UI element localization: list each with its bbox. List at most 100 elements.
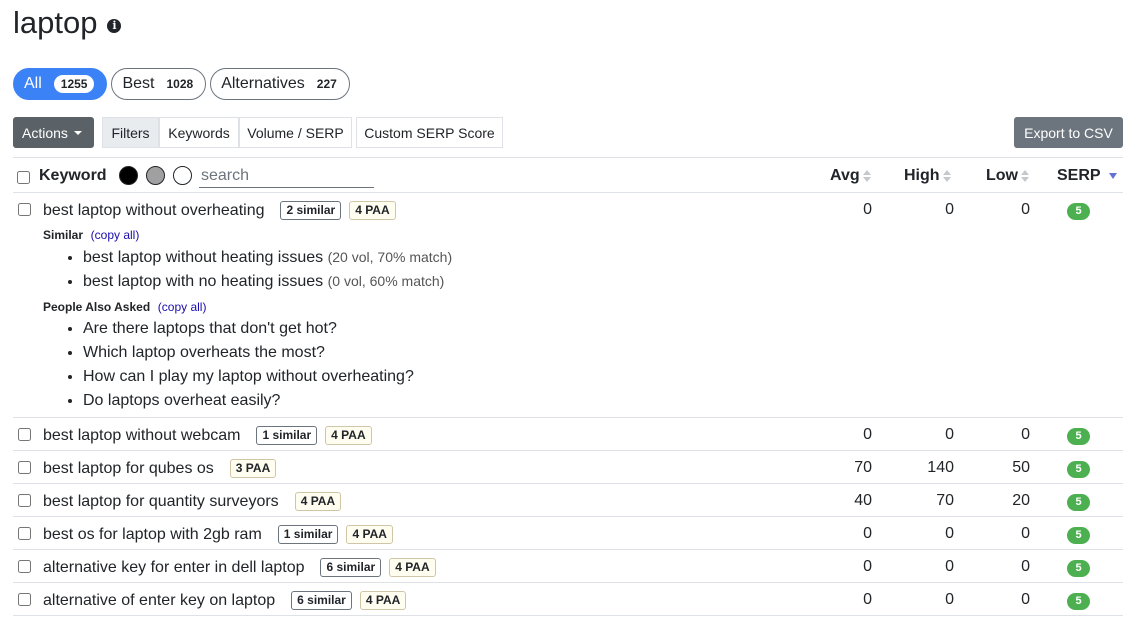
- row-checkbox[interactable]: [18, 527, 31, 540]
- keyword-text[interactable]: best laptop without overheating: [43, 202, 264, 220]
- avg-header-label: Avg: [830, 167, 860, 184]
- low-cell: 0: [1021, 426, 1030, 443]
- list-item: best laptop with no heating issues (0 vo…: [83, 269, 452, 293]
- keyword-cell: alternative of enter key on laptop 6 sim…: [43, 591, 407, 610]
- paa-badge[interactable]: 4 PAA: [294, 492, 342, 511]
- keyword-text[interactable]: alternative key for enter in dell laptop: [43, 559, 304, 577]
- keyword-text[interactable]: best laptop for qubes os: [43, 460, 214, 478]
- keyword-text[interactable]: best laptop without webcam: [43, 427, 240, 445]
- caret-down-icon: [73, 130, 82, 135]
- row-checkbox[interactable]: [18, 494, 31, 507]
- low-column-header[interactable]: Low: [986, 167, 1029, 185]
- similar-badge[interactable]: 1 similar: [277, 525, 339, 544]
- copy-all-similar-link[interactable]: (copy all): [91, 228, 140, 242]
- tab-best[interactable]: Best 1028: [111, 68, 207, 100]
- serp-badge: 5: [1067, 428, 1090, 445]
- similar-meta: (20 vol, 70% match): [327, 249, 453, 265]
- similar-label: Similar: [43, 228, 84, 242]
- paa-badge[interactable]: 4 PAA: [359, 591, 407, 610]
- row-checkbox[interactable]: [18, 203, 31, 216]
- select-all-checkbox[interactable]: [17, 171, 30, 184]
- toolbar: Actions Filters Keywords Volume / SERP C…: [13, 117, 1123, 148]
- similar-meta: (0 vol, 60% match): [327, 273, 445, 289]
- copy-all-paa-link[interactable]: (copy all): [158, 300, 207, 314]
- table-row: best laptop without webcam 1 similar 4 P…: [13, 418, 1123, 451]
- avg-cell: 0: [863, 525, 872, 542]
- serp-header-label: SERP: [1057, 167, 1101, 184]
- similar-badge[interactable]: 6 similar: [320, 558, 382, 577]
- tab-label: Alternatives: [221, 75, 305, 92]
- tab-all[interactable]: All 1255: [13, 68, 108, 100]
- paa-badge[interactable]: 4 PAA: [389, 558, 436, 577]
- high-cell: 0: [945, 426, 954, 443]
- keyword-cell: alternative key for enter in dell laptop…: [43, 558, 436, 577]
- serp-badge: 5: [1067, 461, 1090, 478]
- table-row: best os for laptop with 2gb ram 1 simila…: [13, 517, 1123, 550]
- list-item: Do laptops overheat easily?: [83, 389, 414, 413]
- low-cell: 20: [1012, 492, 1030, 509]
- keyword-cell: best laptop without webcam 1 similar 4 P…: [43, 426, 372, 445]
- row-checkbox[interactable]: [18, 461, 31, 474]
- similar-badge[interactable]: 1 similar: [256, 426, 318, 445]
- tab-label: All: [24, 75, 42, 92]
- serp-column-header[interactable]: SERP: [1057, 167, 1117, 185]
- low-cell: 0: [1021, 591, 1030, 608]
- actions-dropdown-button[interactable]: Actions: [13, 117, 94, 148]
- keyword-column-header: Keyword: [39, 167, 107, 184]
- low-header-label: Low: [986, 167, 1018, 184]
- high-column-header[interactable]: High: [904, 167, 951, 185]
- tab-alternatives[interactable]: Alternatives 227: [210, 68, 350, 100]
- paa-badge[interactable]: 4 PAA: [325, 426, 372, 445]
- keyword-cell: best os for laptop with 2gb ram 1 simila…: [43, 525, 393, 544]
- row-checkbox[interactable]: [18, 560, 31, 573]
- table-row: alternative of enter key on laptop 6 sim…: [13, 583, 1123, 616]
- similar-list: best laptop without heating issues (20 v…: [63, 245, 452, 293]
- export-csv-button[interactable]: Export to CSV: [1014, 117, 1123, 148]
- custom-serp-score-button[interactable]: Custom SERP Score: [356, 117, 503, 148]
- sort-icon: [862, 169, 871, 182]
- paa-badge[interactable]: 4 PAA: [349, 201, 396, 220]
- table-row: best laptop for qubes os 3 PAA 70 140 50…: [13, 451, 1123, 484]
- low-cell: 0: [1021, 525, 1030, 542]
- sort-icon: [1021, 169, 1029, 182]
- paa-badge[interactable]: 4 PAA: [346, 525, 393, 544]
- similar-badge[interactable]: 2 similar: [280, 201, 342, 220]
- paa-heading: People Also Asked (copy all): [43, 299, 206, 314]
- row-checkbox[interactable]: [18, 428, 31, 441]
- gray-color-filter[interactable]: [146, 166, 165, 185]
- keyword-text[interactable]: best laptop for quantity surveyors: [43, 493, 279, 511]
- low-cell: 0: [1021, 201, 1030, 218]
- keywords-button[interactable]: Keywords: [159, 117, 239, 148]
- tab-label: Best: [122, 75, 155, 92]
- keyword-text[interactable]: alternative of enter key on laptop: [43, 592, 275, 610]
- table-header: Keyword Avg High Low SERP: [13, 157, 1123, 193]
- info-icon[interactable]: i: [107, 19, 122, 33]
- search-input[interactable]: [199, 165, 374, 188]
- list-item: How can I play my laptop without overhea…: [83, 365, 414, 389]
- page-title: laptop i: [13, 5, 122, 41]
- avg-cell: 70: [854, 459, 872, 476]
- table-row: alternative key for enter in dell laptop…: [13, 550, 1123, 583]
- avg-column-header[interactable]: Avg: [830, 167, 871, 185]
- paa-badge[interactable]: 3 PAA: [229, 459, 277, 478]
- black-color-filter[interactable]: [119, 166, 138, 185]
- row-checkbox[interactable]: [18, 593, 31, 606]
- high-cell: 140: [927, 459, 954, 476]
- high-cell: 0: [945, 201, 954, 218]
- filters-button[interactable]: Filters: [102, 117, 159, 148]
- low-cell: 0: [1021, 558, 1030, 575]
- high-cell: 0: [945, 525, 954, 542]
- tab-count: 1028: [166, 77, 194, 91]
- page-title-text: laptop: [13, 5, 98, 40]
- white-color-filter[interactable]: [173, 166, 192, 185]
- list-item: Are there laptops that don't get hot?: [83, 317, 414, 341]
- volume-serp-button[interactable]: Volume / SERP: [239, 117, 352, 148]
- serp-badge: 5: [1067, 494, 1090, 511]
- keyword-text[interactable]: best os for laptop with 2gb ram: [43, 526, 262, 544]
- serp-badge: 5: [1067, 560, 1090, 577]
- avg-cell: 0: [863, 426, 872, 443]
- avg-cell: 40: [854, 492, 872, 509]
- similar-badge[interactable]: 6 similar: [291, 591, 352, 610]
- low-cell: 50: [1012, 459, 1030, 476]
- sort-icon: [942, 169, 951, 182]
